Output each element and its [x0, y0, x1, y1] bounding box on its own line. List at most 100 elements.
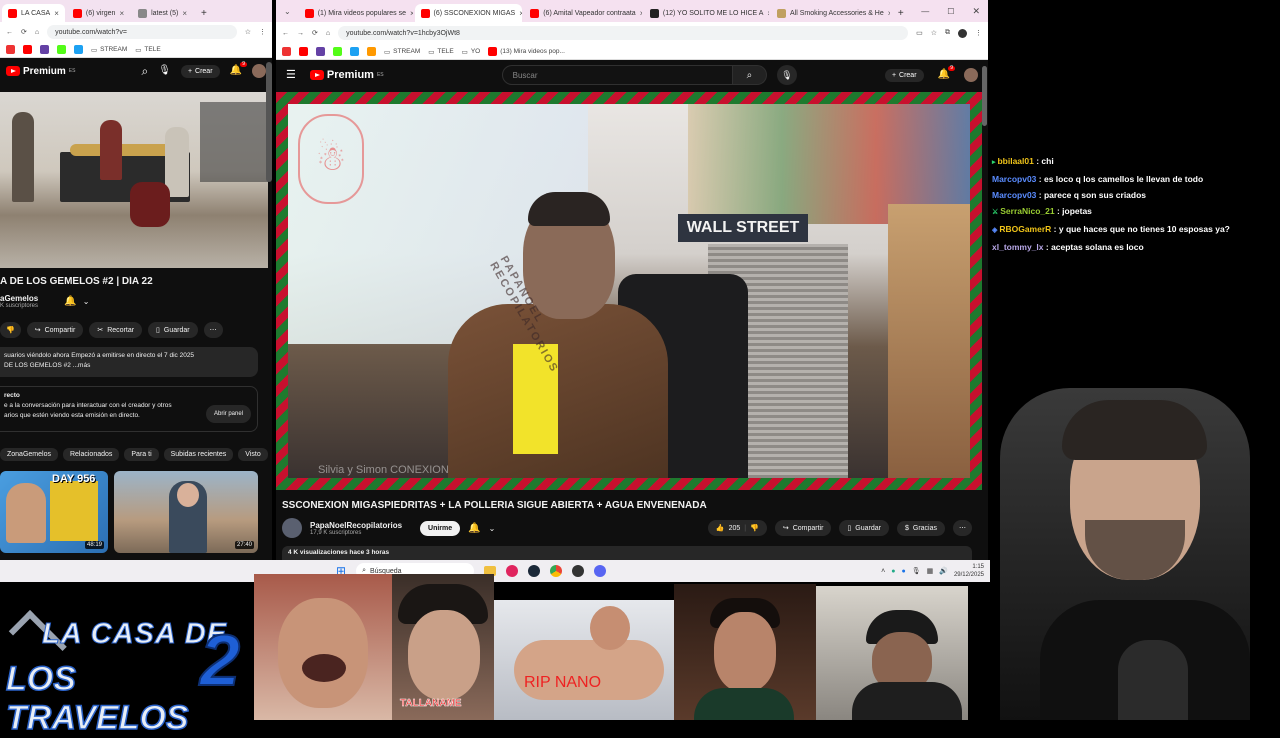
app-icon[interactable]	[506, 565, 519, 577]
home-icon[interactable]: ⌂	[35, 29, 39, 36]
channel-avatar[interactable]	[282, 518, 302, 538]
open-panel-button[interactable]: Abrir panel	[205, 405, 251, 423]
twitch-bookmark-icon[interactable]	[40, 45, 49, 54]
close-icon[interactable]: ×	[182, 9, 187, 18]
obs-icon[interactable]	[572, 565, 585, 577]
left-tab-0[interactable]: LA CASA ×	[2, 4, 65, 22]
youtube-logo[interactable]: Premium ES	[309, 69, 384, 81]
mic-icon[interactable]: 🎙	[912, 567, 921, 575]
taskbar-clock[interactable]: 1:15 29/12/2025	[954, 563, 984, 579]
steam-icon[interactable]	[528, 565, 541, 577]
main-description-box[interactable]: 4 K visualizaciones hace 3 horas	[282, 546, 972, 560]
search-icon[interactable]: ⌕	[142, 65, 149, 77]
bookmark-folder-stream[interactable]: ▭ STREAM	[384, 48, 420, 56]
tray-app-icon[interactable]: ●	[891, 568, 895, 575]
mic-icon[interactable]: 🎙	[158, 66, 171, 76]
chevron-down-icon[interactable]: ⌄	[489, 524, 496, 533]
right-tab-2[interactable]: (6) Amital Vapeador contraata×	[524, 4, 642, 22]
left-description-box[interactable]: suarios viéndolo ahora Empezó a emitirse…	[0, 347, 258, 377]
chip-recent[interactable]: Subidas recientes	[163, 448, 234, 461]
extensions-icon[interactable]: ⧉	[945, 29, 950, 37]
dislike-button[interactable]: 👎	[0, 322, 21, 338]
maximize-icon[interactable]: ☐	[939, 7, 962, 16]
reload-icon[interactable]: ⟳	[312, 29, 318, 37]
profile-icon[interactable]	[958, 28, 967, 38]
close-icon[interactable]: ×	[119, 9, 124, 18]
left-tab-1[interactable]: (6) virgen ×	[67, 4, 130, 22]
bookmark-icon[interactable]	[367, 47, 376, 56]
save-button[interactable]: ▯ Guardar	[839, 520, 889, 536]
twitch-bookmark-icon[interactable]	[316, 47, 325, 56]
close-icon[interactable]: ×	[767, 9, 769, 18]
back-icon[interactable]: ←	[6, 29, 13, 36]
discord-icon[interactable]	[594, 565, 607, 577]
tray-app-icon[interactable]: ●	[902, 568, 906, 575]
kick-bookmark-icon[interactable]	[57, 45, 66, 54]
cast-icon[interactable]: ▭	[916, 29, 923, 37]
channel-name[interactable]: PapaNoelRecopilatorios	[310, 521, 402, 530]
create-button[interactable]: + Crear	[884, 68, 924, 82]
chip-related[interactable]: Relacionados	[62, 448, 120, 461]
notifications-icon[interactable]: 🔔 9	[230, 62, 247, 76]
back-icon[interactable]: ←	[282, 30, 289, 37]
star-icon[interactable]: ☆	[245, 28, 251, 36]
new-tab-icon[interactable]: +	[195, 4, 213, 22]
close-window-icon[interactable]: ✕	[964, 6, 988, 17]
search-button[interactable]: ⌕	[732, 65, 767, 85]
youtube-bookmark-icon[interactable]	[23, 45, 32, 54]
share-button[interactable]: ↪ Compartir	[774, 520, 832, 536]
close-icon[interactable]: ×	[410, 9, 413, 18]
forward-icon[interactable]: →	[297, 30, 304, 37]
reload-icon[interactable]: ⟳	[21, 28, 27, 36]
chevron-down-icon[interactable]: ⌄	[83, 297, 90, 306]
avatar[interactable]	[252, 64, 266, 78]
bell-subscribe-icon[interactable]: 🔔	[64, 296, 76, 307]
volume-icon[interactable]: 🔊	[939, 567, 948, 575]
close-icon[interactable]: ×	[888, 9, 890, 18]
voice-search-button[interactable]: 🎙	[776, 65, 797, 85]
bell-subscribe-icon[interactable]: 🔔	[468, 523, 480, 534]
scrollbar[interactable]	[982, 66, 987, 126]
menu-dots-icon[interactable]: ⋮	[975, 29, 982, 37]
right-tab-4[interactable]: All Smoking Accessories & He×	[771, 4, 890, 22]
kick-bookmark-icon[interactable]	[333, 47, 342, 56]
left-url-field[interactable]: youtube.com/watch?v=	[47, 25, 237, 39]
notifications-icon[interactable]: 🔔 9	[938, 66, 955, 80]
chip-watched[interactable]: Visto	[238, 448, 268, 461]
tray-chevron-icon[interactable]: ˄	[881, 568, 885, 575]
new-tab-icon[interactable]: +	[892, 4, 909, 22]
menu-dots-icon[interactable]: ⋮	[259, 28, 266, 36]
right-tab-3[interactable]: (12) YO SOLITO ME LO HICE A×	[644, 4, 769, 22]
minimize-icon[interactable]: —	[913, 7, 937, 16]
home-icon[interactable]: ⌂	[326, 30, 330, 37]
create-button[interactable]: + Crear	[180, 64, 220, 78]
bookmark-folder-tele[interactable]: ▭ TELE	[428, 48, 453, 56]
star-icon[interactable]: ☆	[931, 29, 937, 37]
bookmark-folder-stream[interactable]: ▭ STREAM	[91, 46, 127, 54]
chip-zonagemelos[interactable]: ZonaGemelos	[0, 448, 58, 461]
bookmark-folder-tele[interactable]: ▭ TELE	[135, 46, 160, 54]
youtube-bookmark-icon[interactable]	[299, 47, 308, 56]
left-video-player[interactable]	[0, 92, 268, 268]
thanks-button[interactable]: $ Gracias	[896, 520, 945, 536]
network-icon[interactable]: ▦	[927, 567, 934, 575]
bookmark-mira-videos[interactable]: (13) Mira videos pop...	[488, 47, 565, 56]
scrollbar[interactable]	[266, 62, 272, 182]
close-icon[interactable]: ×	[519, 9, 522, 18]
hamburger-menu-icon[interactable]: ☰	[286, 69, 296, 81]
close-icon[interactable]: ×	[54, 9, 59, 18]
share-button[interactable]: ↪ Compartir	[26, 322, 84, 338]
like-button[interactable]: 👍 205 | 👎	[707, 520, 767, 536]
left-tab-2[interactable]: latest (5) ×	[132, 4, 193, 22]
more-icon[interactable]: ⋯	[953, 520, 972, 536]
bookmark-icon[interactable]	[282, 47, 291, 56]
save-button[interactable]: ▯ Guardar	[148, 322, 198, 338]
clip-button[interactable]: ✂ Recortar	[89, 322, 143, 338]
search-input[interactable]: Buscar	[501, 65, 733, 85]
chip-for-you[interactable]: Para ti	[124, 448, 159, 461]
tab-search-icon[interactable]: ⌄	[278, 7, 297, 16]
bookmark-icon[interactable]	[350, 47, 359, 56]
right-url-field[interactable]: youtube.com/watch?v=1hcby3OjWt8	[338, 26, 909, 40]
bookmark-folder-yo[interactable]: ▭ YO	[462, 48, 481, 56]
related-thumbnail[interactable]: 27:40	[114, 471, 258, 553]
